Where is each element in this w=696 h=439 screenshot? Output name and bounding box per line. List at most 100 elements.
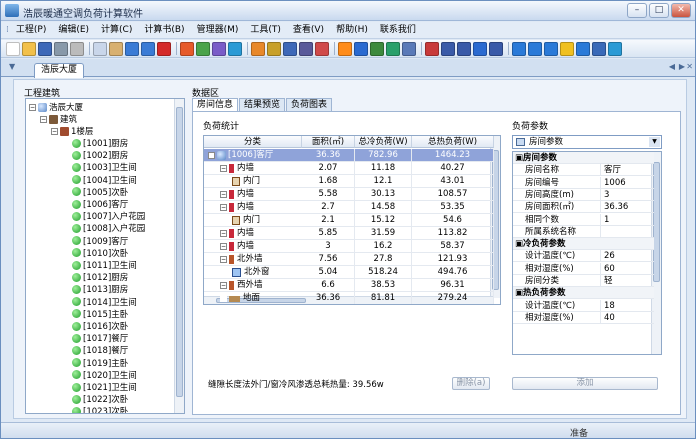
tree-room-item[interactable]: [1016]次卧: [72, 320, 128, 332]
menu-item-0[interactable]: 工程(P): [10, 23, 52, 38]
close-icon[interactable]: ✕: [671, 3, 691, 18]
calc-icon[interactable]: [180, 41, 194, 56]
table-row[interactable]: − [1006]客厅 36.36 782.96 1464.23: [204, 149, 494, 162]
chart-icon[interactable]: [402, 41, 416, 56]
user-icon[interactable]: [592, 41, 606, 56]
down-icon[interactable]: [528, 41, 542, 56]
property-row[interactable]: 相同个数 1: [513, 213, 654, 226]
tree-room-item[interactable]: [1021]卫生间: [72, 381, 137, 393]
chevron-down-icon[interactable]: ▼: [649, 137, 660, 147]
property-row[interactable]: 房间高度(m) 3: [513, 188, 654, 201]
table-row[interactable]: − 北外墙 7.56 27.8 121.93: [204, 253, 494, 266]
collapse-icon[interactable]: −: [220, 282, 227, 289]
property-row[interactable]: 设计温度(℃) 26: [513, 250, 654, 263]
property-row[interactable]: 所属系统名称: [513, 225, 654, 238]
delete-button[interactable]: 删除(a): [452, 377, 490, 390]
menu-item-1[interactable]: 编辑(E): [52, 23, 95, 38]
copy-icon[interactable]: [93, 41, 107, 56]
expand-icon[interactable]: −: [40, 115, 47, 123]
menu-item-8[interactable]: 联系我们: [374, 23, 422, 38]
table-row[interactable]: − 内墙 5.85 31.59 113.82: [204, 227, 494, 240]
table-row[interactable]: 内门 2.1 15.12 54.6: [204, 214, 494, 227]
tool-g-icon[interactable]: [370, 41, 384, 56]
info-icon[interactable]: [544, 41, 558, 56]
list-icon[interactable]: [457, 41, 471, 56]
table-row[interactable]: − 内墙 3 16.2 58.37: [204, 240, 494, 253]
wall-tool-icon[interactable]: [212, 41, 226, 56]
tab-document[interactable]: 浩辰大厦: [34, 63, 84, 78]
table-row[interactable]: − 内墙 2.07 11.18 40.27: [204, 162, 494, 175]
column-header[interactable]: 面积(㎡): [302, 136, 355, 148]
tool-f-icon[interactable]: [354, 41, 368, 56]
tab-0[interactable]: 房间信息: [192, 98, 239, 111]
tool-b-icon[interactable]: [267, 41, 281, 56]
project-tree[interactable]: − 浩辰大厦 − 建筑 −1楼层 [1001]厨房 [1002]厨房 [1003]卫生间 [10…: [25, 98, 185, 414]
property-row[interactable]: 设计温度(℃) 18: [513, 299, 654, 312]
collapse-icon[interactable]: −: [220, 256, 227, 263]
minimize-icon[interactable]: –: [627, 3, 647, 18]
idea-icon[interactable]: [560, 41, 574, 56]
paste-icon[interactable]: [109, 41, 123, 56]
tab-2[interactable]: 负荷图表: [286, 98, 333, 111]
panel-icon[interactable]: [489, 41, 503, 56]
tree-room-item[interactable]: [1009]客厅: [72, 235, 128, 247]
property-row[interactable]: 相对湿度(%) 40: [513, 311, 654, 324]
property-row[interactable]: 房间分类轻: [513, 275, 654, 287]
collapse-icon[interactable]: −: [220, 165, 227, 172]
grid-icon[interactable]: [441, 41, 455, 56]
tree-room-item[interactable]: [1010]次卧: [72, 247, 128, 259]
tree-room-item[interactable]: [1023]次卧: [72, 405, 128, 413]
view-icon[interactable]: [473, 41, 487, 56]
tree-line-icon[interactable]: [220, 295, 227, 302]
room-icon[interactable]: [196, 41, 210, 56]
save-icon[interactable]: [38, 41, 52, 56]
tree-root[interactable]: − 浩辰大厦: [29, 101, 83, 113]
menu-item-7[interactable]: 帮助(H): [330, 23, 374, 38]
tree-room-item[interactable]: [1004]卫生间: [72, 174, 137, 186]
undo-icon[interactable]: [125, 41, 139, 56]
property-value[interactable]: 3: [604, 189, 609, 201]
tab-1[interactable]: 结果预览: [239, 98, 286, 111]
new-file-icon[interactable]: [6, 41, 20, 56]
property-value[interactable]: 轻: [604, 275, 613, 287]
tool-h-icon[interactable]: [386, 41, 400, 56]
menu-item-2[interactable]: 计算(C): [95, 23, 138, 38]
table-row[interactable]: 地面 36.36 81.81 279.24: [204, 292, 494, 304]
table-row[interactable]: − 西外墙 6.6 38.53 96.31: [204, 279, 494, 292]
expand-icon[interactable]: −: [29, 103, 36, 111]
tool-a-icon[interactable]: [251, 41, 265, 56]
tree-room-item[interactable]: [1019]主卧: [72, 357, 128, 369]
expand-icon[interactable]: −: [51, 127, 58, 135]
table-icon[interactable]: [425, 41, 439, 56]
property-row[interactable]: 房间面积(㎡) 36.36: [513, 201, 654, 214]
up-icon[interactable]: [512, 41, 526, 56]
tree-room-item[interactable]: [1006]客厅: [72, 198, 128, 210]
tree-room-item[interactable]: [1003]卫生间: [72, 161, 137, 173]
property-value[interactable]: 26: [604, 250, 615, 262]
tree-room-item[interactable]: [1017]餐厅: [72, 332, 128, 344]
property-row[interactable]: 房间名称 客厅: [513, 164, 654, 177]
web-icon[interactable]: [608, 41, 622, 56]
tree-room-item[interactable]: [1012]厨房: [72, 271, 128, 283]
table-row[interactable]: 北外窗 5.04 518.24 494.76: [204, 266, 494, 279]
chevron-right-icon[interactable]: ▶: [679, 62, 685, 71]
property-value[interactable]: 1006: [604, 177, 626, 189]
column-header[interactable]: 分类: [204, 136, 302, 148]
tree-room-item[interactable]: [1011]卫生间: [72, 259, 137, 271]
close-tab-icon[interactable]: ✕: [686, 62, 693, 71]
table-row[interactable]: − 内墙 2.7 14.58 53.35: [204, 201, 494, 214]
maximize-icon[interactable]: □: [649, 3, 669, 18]
print-icon[interactable]: [54, 41, 68, 56]
property-value[interactable]: 40: [604, 312, 615, 324]
column-header[interactable]: 总冷负荷(W): [355, 136, 412, 148]
property-grid[interactable]: ▣房间参数 房间名称 客厅 房间编号 1006 房间高度(m) 3 房间面积(㎡) 36.36 相…: [512, 151, 662, 355]
tree-room-item[interactable]: [1022]次卧: [72, 393, 128, 405]
tree-floor[interactable]: − 1楼层: [51, 125, 93, 137]
property-value[interactable]: 客厅: [604, 164, 621, 176]
params-select[interactable]: 房间参数 ▼: [512, 135, 662, 149]
tree-room-item[interactable]: [1015]主卧: [72, 308, 128, 320]
zone-icon[interactable]: [228, 41, 242, 56]
property-value[interactable]: 1: [604, 214, 609, 226]
collapse-icon[interactable]: −: [220, 230, 227, 237]
add-button[interactable]: 添加: [512, 377, 658, 390]
